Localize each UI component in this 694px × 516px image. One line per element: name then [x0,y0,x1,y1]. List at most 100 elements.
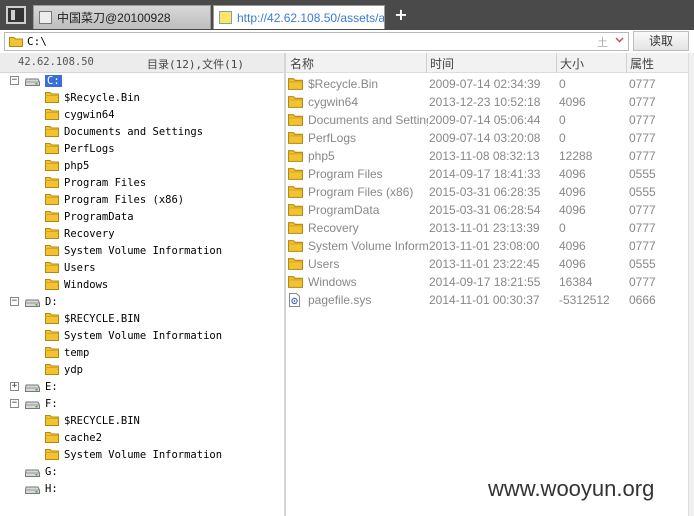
host-ip: 42.62.108.50 [18,56,94,68]
tree-drive-item[interactable]: + E: [0,379,284,396]
file-list-header: 名称 时间 大小 属性 [286,53,688,73]
upload-icon[interactable]: 土 [597,34,608,50]
tree-folder-item[interactable]: Program Files (x86) [0,192,284,209]
folder-icon [45,177,59,188]
file-row[interactable]: pagefile.sys 2014-11-01 00:30:37 -5312512 0… [286,291,688,309]
column-separator[interactable] [626,53,627,73]
tree-folder-item[interactable]: Program Files [0,175,284,192]
tree-item-label: ydp [64,364,83,376]
file-name: cygwin64 [308,95,359,109]
tree-folder-item[interactable]: temp [0,345,284,362]
file-row[interactable]: System Volume Inform... 2013-11-01 23:08:… [286,237,688,255]
collapse-icon[interactable]: − [10,297,19,306]
folder-icon [288,168,303,180]
tree-drive-item[interactable]: − D: [0,294,284,311]
vertical-scrollbar[interactable] [688,53,694,516]
tree-item-label: G: [45,466,58,478]
file-name: php5 [308,149,335,163]
file-row[interactable]: PerfLogs 2009-07-14 03:20:08 0 0777 [286,129,688,147]
tree-folder-item[interactable]: Recovery [0,226,284,243]
collapse-icon[interactable]: − [10,76,19,85]
tree-folder-item[interactable]: Windows [0,277,284,294]
file-time: 2015-03-31 06:28:54 [429,203,541,217]
folder-icon [288,222,303,234]
path-text: C:\ [27,35,47,48]
tree-folder-item[interactable]: $RECYCLE.BIN [0,413,284,430]
folder-icon [288,132,303,144]
file-row[interactable]: Windows 2014-09-17 18:21:55 16384 0777 [286,273,688,291]
file-attr: 0777 [629,275,656,289]
tab-caidao[interactable]: 中国菜刀@20100928 [33,5,211,29]
tree-item-label: F: [45,398,58,410]
new-tab-button[interactable]: + [392,6,410,24]
column-separator[interactable] [426,53,427,73]
drive-icon [25,401,40,409]
file-time: 2013-11-01 23:08:00 [429,239,540,253]
file-time: 2009-07-14 02:34:39 [429,77,541,91]
tree-folder-item[interactable]: System Volume Information [0,328,284,345]
path-input[interactable]: C:\ 土 [4,32,629,51]
tree-drive-item[interactable]: G: [0,464,284,481]
folder-icon [288,186,303,198]
file-attr: 0777 [629,149,656,163]
expand-icon[interactable]: + [10,382,19,391]
file-name: PerfLogs [308,131,357,145]
file-row[interactable]: cygwin64 2013-12-23 10:52:18 4096 0777 [286,93,688,111]
file-row[interactable]: php5 2013-11-08 08:32:13 12288 0777 [286,147,688,165]
tree-folder-item[interactable]: System Volume Information [0,243,284,260]
folder-icon [45,143,59,154]
drive-icon [25,78,40,86]
tree-item-label: Recovery [64,228,115,240]
file-time: 2014-09-17 18:41:33 [429,167,541,181]
file-row[interactable]: $Recycle.Bin 2009-07-14 02:34:39 0 0777 [286,75,688,93]
file-size: 0 [559,221,566,235]
folder-icon [45,228,59,239]
folder-icon [288,240,303,252]
file-time: 2009-07-14 03:20:08 [429,131,541,145]
tree-folder-item[interactable]: PerfLogs [0,141,284,158]
file-row[interactable]: Program Files 2014-09-17 18:41:33 4096 0555 [286,165,688,183]
folder-icon [45,449,59,460]
tab-url[interactable]: http://42.62.108.50/assets/a... [213,5,385,29]
chevron-down-icon[interactable] [615,35,624,44]
read-button[interactable]: 读取 [633,31,689,51]
tree-item-label: C: [45,75,62,87]
tree-folder-item[interactable]: Users [0,260,284,277]
file-attr: 0777 [629,221,656,235]
page-icon [219,11,232,24]
tree-folder-item[interactable]: $Recycle.Bin [0,90,284,107]
file-attr: 0555 [629,167,656,181]
file-row[interactable]: Documents and Settings 2009-07-14 05:06:4… [286,111,688,129]
window-menu-icon[interactable] [6,6,26,24]
file-time: 2013-11-08 08:32:13 [429,149,540,163]
tree-folder-item[interactable]: cygwin64 [0,107,284,124]
tree-folder-item[interactable]: $RECYCLE.BIN [0,311,284,328]
column-header-attr[interactable]: 属性 [630,55,654,72]
tree-item-label: $Recycle.Bin [64,92,140,104]
column-header-size[interactable]: 大小 [560,55,584,72]
column-header-time[interactable]: 时间 [430,55,454,72]
tree-folder-item[interactable]: php5 [0,158,284,175]
tree-folder-item[interactable]: System Volume Information [0,447,284,464]
column-header-name[interactable]: 名称 [290,55,314,72]
drive-icon [25,486,40,494]
file-row[interactable]: Program Files (x86) 2015-03-31 06:28:35 40… [286,183,688,201]
file-time: 2014-11-01 00:30:37 [429,293,540,307]
file-row[interactable]: ProgramData 2015-03-31 06:28:54 4096 0777 [286,201,688,219]
tree-drive-item[interactable]: − F: [0,396,284,413]
folder-icon [45,432,59,443]
column-separator[interactable] [556,53,557,73]
tree-folder-item[interactable]: ProgramData [0,209,284,226]
file-row[interactable]: Users 2013-11-01 23:22:45 4096 0555 [286,255,688,273]
tree-folder-item[interactable]: Documents and Settings [0,124,284,141]
tree-item-label: cygwin64 [64,109,115,121]
file-row[interactable]: Recovery 2013-11-01 23:13:39 0 0777 [286,219,688,237]
tree-folder-item[interactable]: cache2 [0,430,284,447]
tree-drive-item[interactable]: − C: [0,73,284,90]
file-name: Program Files [308,167,383,181]
folder-icon [288,204,303,216]
tree-folder-item[interactable]: ydp [0,362,284,379]
tree-drive-item[interactable]: H: [0,481,284,498]
tree-item-label: Documents and Settings [64,126,204,138]
collapse-icon[interactable]: − [10,399,19,408]
